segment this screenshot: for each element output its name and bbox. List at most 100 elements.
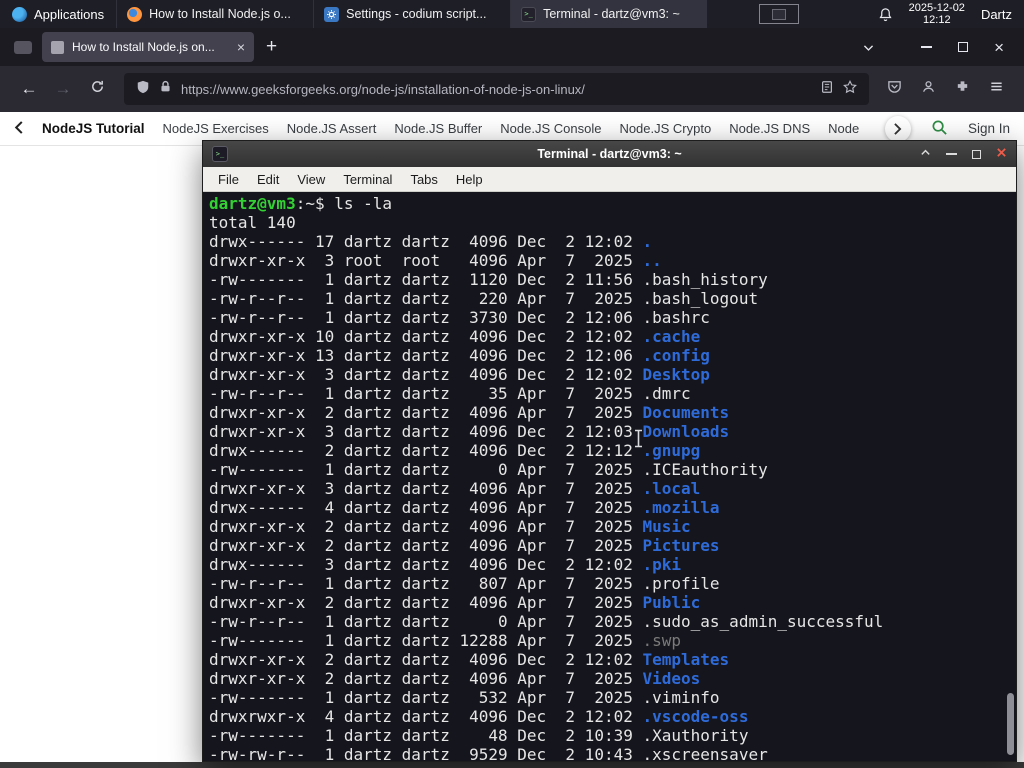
site-nav-link[interactable]: Node.JS Assert — [287, 121, 377, 136]
site-nav-link[interactable]: Node.JS Buffer — [394, 121, 482, 136]
tracking-shield-icon[interactable] — [136, 80, 150, 99]
back-button[interactable]: ← — [12, 79, 46, 99]
file-name: .ICEauthority — [642, 460, 768, 479]
terminal-menu-item[interactable]: View — [288, 172, 334, 187]
terminal-output[interactable]: dartz@vm3:~$ ls -la total 140 drwx------… — [203, 192, 1016, 761]
chevron-right-icon[interactable] — [884, 115, 911, 142]
workspace-pager[interactable] — [759, 4, 800, 24]
file-meta: -rw-r--r-- 1 dartz dartz 807 Apr 7 2025 — [209, 574, 643, 593]
file-meta: drwxr-xr-x 13 dartz dartz 4096 Dec 2 12:… — [209, 346, 643, 365]
reload-button[interactable] — [80, 79, 114, 99]
terminal-close-button[interactable] — [996, 145, 1007, 163]
list-all-tabs-icon[interactable] — [862, 41, 875, 54]
terminal-title: Terminal - dartz@vm3: ~ — [537, 147, 682, 161]
file-meta: drwxr-xr-x 10 dartz dartz 4096 Dec 2 12:… — [209, 327, 643, 346]
terminal-minimize-button[interactable] — [946, 153, 957, 155]
file-meta: drwx------ 17 dartz dartz 4096 Dec 2 12:… — [209, 232, 643, 251]
terminal-line: drwxr-xr-x 10 dartz dartz 4096 Dec 2 12:… — [209, 327, 1010, 346]
chevron-left-icon[interactable] — [14, 120, 24, 137]
terminal-line: -rw-r--r-- 1 dartz dartz 220 Apr 7 2025 … — [209, 289, 1010, 308]
file-meta: drwx------ 3 dartz dartz 4096 Dec 2 12:0… — [209, 555, 643, 574]
terminal-line: drwxr-xr-x 3 dartz dartz 4096 Dec 2 12:0… — [209, 365, 1010, 384]
file-meta: drwxr-xr-x 2 dartz dartz 4096 Dec 2 12:0… — [209, 650, 643, 669]
url-text[interactable]: https://www.geeksforgeeks.org/node-js/in… — [181, 82, 811, 97]
toolbar-actions — [879, 79, 1012, 99]
new-tab-button[interactable]: + — [254, 36, 289, 58]
terminal-line: drwxr-xr-x 3 root root 4096 Apr 7 2025 .… — [209, 251, 1010, 270]
url-bar[interactable]: https://www.geeksforgeeks.org/node-js/in… — [124, 73, 869, 105]
applications-menu[interactable]: Applications — [0, 0, 116, 28]
file-meta: drwxr-xr-x 3 dartz dartz 4096 Dec 2 12:0… — [209, 422, 643, 441]
terminal-line: -rw------- 1 dartz dartz 48 Dec 2 10:39 … — [209, 726, 1010, 745]
terminal-line: drwxr-xr-x 2 dartz dartz 4096 Apr 7 2025… — [209, 593, 1010, 612]
file-meta: -rw------- 1 dartz dartz 1120 Dec 2 11:5… — [209, 270, 643, 289]
clock-time: 12:12 — [923, 14, 951, 26]
padlock-icon[interactable] — [159, 80, 172, 98]
file-name: .config — [642, 346, 710, 365]
file-name: Music — [642, 517, 691, 536]
clock-date: 2025-12-02 — [908, 1, 965, 14]
terminal-scrollbar-thumb[interactable] — [1007, 693, 1014, 755]
terminal-menu-item[interactable]: Edit — [248, 172, 288, 187]
taskbar-window-firefox[interactable]: How to Install Node.js o... — [116, 0, 313, 28]
terminal-line: drwxr-xr-x 2 dartz dartz 4096 Apr 7 2025… — [209, 403, 1010, 422]
terminal-menu-item[interactable]: Terminal — [334, 172, 401, 187]
terminal-menu-bar: File Edit View Terminal Tabs Help — [203, 167, 1016, 192]
taskbar-window-title: How to Install Node.js o... — [149, 7, 291, 21]
account-icon[interactable] — [921, 79, 936, 99]
panel-clock[interactable]: 2025-12-02 12:12 — [909, 2, 965, 27]
terminal-line: -rw------- 1 dartz dartz 1120 Dec 2 11:5… — [209, 270, 1010, 289]
file-meta: drwxr-xr-x 2 dartz dartz 4096 Apr 7 2025 — [209, 593, 643, 612]
pocket-icon[interactable] — [887, 79, 902, 99]
taskbar-window-terminal[interactable]: >_ Terminal - dartz@vm3: ~ — [510, 0, 708, 28]
terminal-line: -rw------- 1 dartz dartz 12288 Apr 7 202… — [209, 631, 1010, 650]
window-minimize-button[interactable] — [921, 46, 933, 48]
file-name: .bash_logout — [642, 289, 759, 308]
file-name: .Xauthority — [642, 726, 749, 745]
file-name: .profile — [642, 574, 720, 593]
terminal-line: -rw------- 1 dartz dartz 0 Apr 7 2025 .I… — [209, 460, 1010, 479]
file-name: .sudo_as_admin_successful — [642, 612, 884, 631]
file-name: Documents — [642, 403, 730, 422]
terminal-line: drwxrwxr-x 4 dartz dartz 4096 Dec 2 12:0… — [209, 707, 1010, 726]
terminal-title-bar[interactable]: Terminal - dartz@vm3: ~ >_ — [203, 141, 1016, 167]
file-listing: drwx------ 17 dartz dartz 4096 Dec 2 12:… — [209, 232, 1010, 761]
site-nav-link[interactable]: NodeJS Tutorial — [42, 121, 145, 136]
terminal-menu-item[interactable]: File — [209, 172, 248, 187]
window-close-button[interactable]: × — [994, 39, 1004, 56]
tab-close-icon[interactable]: × — [237, 40, 245, 54]
site-nav-link[interactable]: Node.JS Console — [500, 121, 601, 136]
file-meta: -rw-rw-r-- 1 dartz dartz 9529 Dec 2 10:4… — [209, 745, 643, 761]
file-name: Templates — [642, 650, 730, 669]
search-icon[interactable] — [931, 119, 948, 139]
forward-button[interactable]: → — [46, 79, 80, 99]
site-nav-link[interactable]: Node.JS DNS — [729, 121, 810, 136]
site-nav-link[interactable]: Node — [828, 121, 859, 136]
terminal-line: drwx------ 3 dartz dartz 4096 Dec 2 12:0… — [209, 555, 1010, 574]
terminal-maximize-button[interactable] — [972, 149, 981, 159]
terminal-line: drwxr-xr-x 2 dartz dartz 4096 Apr 7 2025… — [209, 669, 1010, 688]
terminal-menu-item[interactable]: Help — [447, 172, 492, 187]
terminal-menu-item[interactable]: Tabs — [401, 172, 446, 187]
file-meta: -rw-r--r-- 1 dartz dartz 0 Apr 7 2025 — [209, 612, 643, 631]
browser-tab-active[interactable]: How to Install Node.js on... × — [42, 32, 254, 62]
notifications-bell-icon[interactable] — [878, 7, 893, 22]
taskbar-window-settings[interactable]: Settings - codium script... — [313, 0, 510, 28]
terminal-line: -rw-r--r-- 1 dartz dartz 35 Apr 7 2025 .… — [209, 384, 1010, 403]
file-meta: drwxr-xr-x 2 dartz dartz 4096 Apr 7 2025 — [209, 669, 643, 688]
hamburger-menu-icon[interactable] — [989, 79, 1004, 99]
terminal-line: drwxr-xr-x 2 dartz dartz 4096 Apr 7 2025… — [209, 536, 1010, 555]
terminal-line: -rw------- 1 dartz dartz 532 Apr 7 2025 … — [209, 688, 1010, 707]
terminal-line: drwxr-xr-x 2 dartz dartz 4096 Apr 7 2025… — [209, 517, 1010, 536]
firefox-view-icon[interactable] — [14, 40, 32, 54]
file-meta: -rw-r--r-- 1 dartz dartz 35 Apr 7 2025 — [209, 384, 643, 403]
window-maximize-button[interactable] — [958, 42, 969, 52]
shade-up-icon[interactable] — [920, 145, 931, 163]
sign-in-button[interactable]: Sign In — [968, 121, 1010, 136]
bookmark-star-icon[interactable] — [843, 79, 857, 99]
site-nav-link[interactable]: NodeJS Exercises — [163, 121, 269, 136]
reader-mode-icon[interactable] — [820, 80, 834, 99]
extensions-puzzle-icon[interactable] — [955, 79, 970, 99]
site-nav-link[interactable]: Node.JS Crypto — [619, 121, 711, 136]
tab-title: How to Install Node.js on... — [72, 40, 215, 54]
